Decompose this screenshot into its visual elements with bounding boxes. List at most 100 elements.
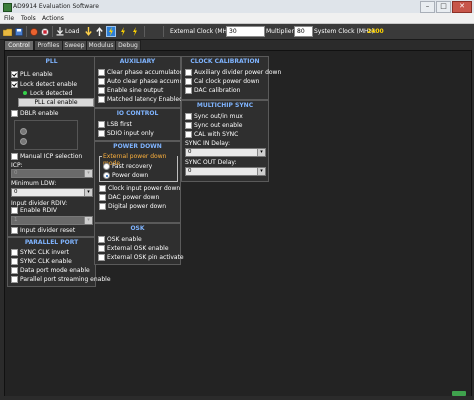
stop-icon[interactable] bbox=[40, 26, 49, 37]
matched-latency-checkbox[interactable]: Matched latency Enabled bbox=[98, 96, 183, 103]
chevron-down-icon: ▾ bbox=[257, 149, 265, 156]
status-bar bbox=[0, 396, 474, 400]
parallel-port-panel: PARALLEL PORT SYNC CLK invert SYNC CLK e… bbox=[7, 237, 111, 287]
sync-out-delay-select[interactable]: 0 ▾ bbox=[185, 167, 266, 176]
window-title: AD9914 Evaluation Software bbox=[13, 3, 99, 10]
menu-file[interactable]: File bbox=[4, 15, 14, 22]
digital-power-down-checkbox[interactable]: Digital power down bbox=[99, 203, 166, 210]
tab-debug[interactable]: Debug bbox=[115, 40, 141, 50]
icp-label: ICP: bbox=[11, 162, 23, 169]
dblr-option-2-radio[interactable] bbox=[20, 138, 27, 145]
pll-enable-checkbox[interactable]: PLL enable bbox=[11, 71, 53, 78]
osk-enable-checkbox[interactable]: OSK enable bbox=[98, 236, 142, 243]
power-down-title: POWER DOWN bbox=[113, 143, 162, 150]
power-down-panel: POWER DOWN External power down mode Fast… bbox=[94, 141, 181, 223]
auxiliary-panel: AUXILIARY Clear phase accumulator Auto c… bbox=[94, 56, 197, 108]
chevron-down-icon: ▾ bbox=[257, 168, 265, 175]
dblr-options-group bbox=[14, 120, 78, 150]
multichip-sync-title: MULTICHIP SYNC bbox=[196, 102, 254, 109]
input-divider-label: Input divider RDIV: bbox=[11, 200, 68, 207]
tab-sweep[interactable]: Sweep bbox=[62, 40, 87, 50]
sync-out-delay-label: SYNC OUT Delay: bbox=[185, 159, 237, 166]
io-control-panel: IO CONTROL LSB first SDIO input only bbox=[94, 108, 181, 141]
load-label[interactable]: Load bbox=[65, 28, 79, 35]
chevron-down-icon: ▾ bbox=[84, 189, 92, 196]
clear-phase-acc-checkbox[interactable]: Clear phase accumulator bbox=[98, 69, 182, 76]
external-osk-pin-checkbox[interactable]: External OSK pin activate bbox=[98, 254, 184, 261]
sys-clock-value: 2400 bbox=[367, 28, 384, 35]
save-icon[interactable] bbox=[14, 26, 23, 37]
tab-modulus[interactable]: Modulus bbox=[86, 40, 116, 50]
lightning-icon[interactable] bbox=[106, 26, 116, 37]
reset-icon[interactable] bbox=[29, 26, 38, 37]
control-tab-content: PLL PLL enable Lock detect enable Lock d… bbox=[4, 50, 472, 397]
ext-clock-label: External Clock (MHz): bbox=[170, 28, 235, 35]
osk-panel: OSK OSK enable External OSK enable Exter… bbox=[94, 223, 184, 265]
minimize-button[interactable]: – bbox=[420, 1, 435, 13]
menu-actions[interactable]: Actions bbox=[42, 15, 64, 22]
up-arrow-icon[interactable] bbox=[95, 26, 104, 37]
ext-clock-input[interactable]: 30 bbox=[226, 26, 265, 37]
min-ldw-label: Minimum LDW: bbox=[11, 180, 57, 187]
close-button[interactable]: ✕ bbox=[452, 1, 472, 13]
cal-clock-power-down-checkbox[interactable]: Cal clock power down bbox=[185, 78, 259, 85]
enable-rdiv-checkbox[interactable]: Enable RDIV bbox=[11, 207, 57, 214]
lock-detected-label: Lock detected bbox=[30, 90, 73, 97]
toolbar: Load External Clock (MHz): 30 Multiplier… bbox=[0, 24, 474, 40]
lightning-icon[interactable] bbox=[118, 26, 128, 37]
sdio-input-only-checkbox[interactable]: SDIO input only bbox=[98, 130, 154, 137]
chevron-down-icon: ▾ bbox=[84, 170, 92, 177]
cal-with-sync-checkbox[interactable]: CAL with SYNC bbox=[185, 131, 238, 138]
menu-tools[interactable]: Tools bbox=[21, 15, 36, 22]
pll-title: PLL bbox=[45, 58, 58, 65]
pll-panel: PLL PLL enable Lock detect enable Lock d… bbox=[7, 56, 96, 237]
down-arrow-icon[interactable] bbox=[84, 26, 93, 37]
icp-select[interactable]: 0 ▾ bbox=[11, 169, 93, 178]
lock-detect-enable-checkbox[interactable]: Lock detect enable bbox=[11, 81, 77, 88]
sync-clk-enable-checkbox[interactable]: SYNC CLK enable bbox=[11, 258, 72, 265]
dblr-enable-checkbox[interactable]: DBLR enable bbox=[11, 110, 59, 117]
auxiliary-title: AUXILIARY bbox=[119, 58, 156, 65]
input-divider-reset-checkbox[interactable]: Input divider reset bbox=[11, 227, 75, 234]
analog-devices-logo-icon bbox=[452, 391, 466, 396]
load-icon[interactable] bbox=[55, 26, 64, 37]
multiplier-label: Multiplier: bbox=[266, 28, 296, 35]
dac-power-down-checkbox[interactable]: DAC power down bbox=[99, 194, 159, 201]
sync-in-delay-select[interactable]: 0 ▾ bbox=[185, 148, 266, 157]
clock-input-power-down-checkbox[interactable]: Clock input power down bbox=[99, 185, 180, 192]
title-bar: AD9914 Evaluation Software – □ ✕ bbox=[0, 0, 474, 14]
folder-icon[interactable] bbox=[3, 26, 12, 37]
clock-calibration-panel: CLOCK CALIBRATION Auxiliary divider powe… bbox=[181, 56, 281, 100]
chevron-down-icon: ▾ bbox=[84, 217, 92, 224]
external-osk-enable-checkbox[interactable]: External OSK enable bbox=[98, 245, 169, 252]
dac-calibration-checkbox[interactable]: DAC calibration bbox=[185, 87, 240, 94]
enable-sine-output-checkbox[interactable]: Enable sine output bbox=[98, 87, 163, 94]
fast-recovery-radio[interactable]: Fast recovery bbox=[103, 163, 152, 170]
rdiv-select[interactable]: 1 ▾ bbox=[11, 216, 93, 225]
app-icon bbox=[3, 3, 12, 12]
manual-icp-checkbox[interactable]: Manual ICP selection bbox=[11, 153, 82, 160]
maximize-button[interactable]: □ bbox=[436, 1, 451, 13]
power-down-radio[interactable]: Power down bbox=[103, 172, 148, 179]
multiplier-input[interactable]: 80 bbox=[294, 26, 313, 37]
sync-in-delay-label: SYNC IN Delay: bbox=[185, 140, 231, 147]
pll-cal-enable-button[interactable]: PLL cal enable bbox=[18, 98, 94, 107]
lightning-icon[interactable] bbox=[130, 26, 140, 37]
sync-out-in-mux-checkbox[interactable]: Sync out/in mux bbox=[185, 113, 243, 120]
lock-detected-indicator bbox=[23, 91, 27, 95]
osk-title: OSK bbox=[130, 225, 145, 232]
sync-clk-invert-checkbox[interactable]: SYNC CLK invert bbox=[11, 249, 69, 256]
tab-profiles[interactable]: Profiles bbox=[34, 40, 63, 50]
io-control-title: IO CONTROL bbox=[116, 110, 159, 117]
dblr-option-1-radio[interactable] bbox=[20, 128, 27, 135]
parallel-port-title: PARALLEL PORT bbox=[24, 239, 79, 246]
ext-power-down-mode-group: External power down mode Fast recovery P… bbox=[99, 153, 178, 182]
data-port-mode-checkbox[interactable]: Data port mode enable bbox=[11, 267, 90, 274]
lsb-first-checkbox[interactable]: LSB first bbox=[98, 121, 132, 128]
clock-calibration-title: CLOCK CALIBRATION bbox=[190, 58, 260, 65]
min-ldw-select[interactable]: 0 ▾ bbox=[11, 188, 93, 197]
window-controls: – □ ✕ bbox=[420, 1, 472, 13]
sync-out-enable-checkbox[interactable]: Sync out enable bbox=[185, 122, 242, 129]
parallel-port-streaming-checkbox[interactable]: Parallel port streaming enable bbox=[11, 276, 111, 283]
aux-divider-power-down-checkbox[interactable]: Auxiliary divider power down bbox=[185, 69, 281, 76]
